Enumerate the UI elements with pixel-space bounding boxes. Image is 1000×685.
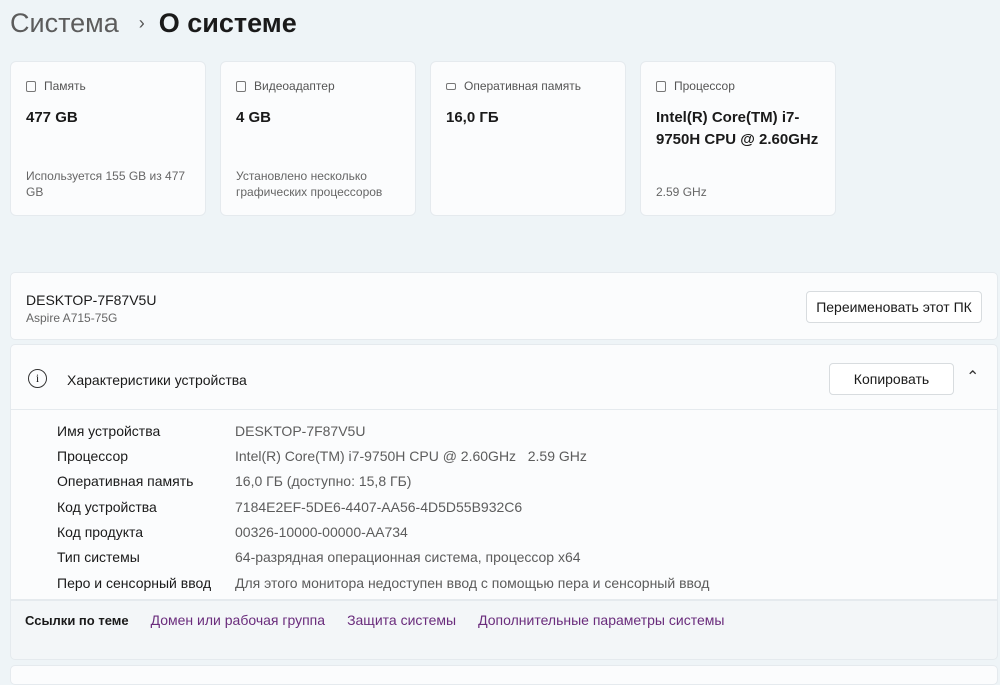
gpu-card: Видеоадаптер 4 GB Установлено несколько … xyxy=(220,61,416,216)
rename-pc-button[interactable]: Переименовать этот ПК xyxy=(806,291,982,323)
breadcrumb: Система › О системе xyxy=(10,8,297,39)
link-advanced-system-settings[interactable]: Дополнительные параметры системы xyxy=(478,612,724,628)
card-title: Оперативная память xyxy=(464,79,581,93)
link-domain-workgroup[interactable]: Домен или рабочая группа xyxy=(151,612,325,628)
spec-row: Перо и сенсорный ввод Для этого монитора … xyxy=(57,575,709,591)
spec-key: Код устройства xyxy=(57,499,157,515)
chevron-up-icon[interactable]: ⌃ xyxy=(966,367,979,387)
spec-value: Intel(R) Core(TM) i7-9750H CPU @ 2.60GHz… xyxy=(235,448,587,464)
copy-button[interactable]: Копировать xyxy=(829,363,954,395)
related-links-label: Ссылки по теме xyxy=(25,613,129,628)
card-value: 477 GB xyxy=(26,109,78,126)
device-name: DESKTOP-7F87V5U xyxy=(26,292,157,308)
spec-value: 7184E2EF-5DE6-4407-AA56-4D5D55B932C6 xyxy=(235,499,523,515)
spec-key: Имя устройства xyxy=(57,423,161,439)
spec-value: Для этого монитора недоступен ввод с пом… xyxy=(235,575,710,591)
info-icon: i xyxy=(28,369,47,388)
card-value: 4 GB xyxy=(236,109,272,126)
device-model: Aspire A715-75G xyxy=(26,311,118,325)
card-title: Видеоадаптер xyxy=(254,79,335,93)
ram-icon xyxy=(446,82,456,90)
spec-value: DESKTOP-7F87V5U xyxy=(235,423,366,439)
spec-row: Код устройства 7184E2EF-5DE6-4407-AA56-4D… xyxy=(57,499,522,515)
chevron-right-icon: › xyxy=(138,13,145,33)
spec-value: 64-разрядная операционная система, проце… xyxy=(235,549,581,565)
specs-title: Характеристики устройства xyxy=(67,372,247,388)
spec-row: Оперативная память 16,0 ГБ (доступно: 15,… xyxy=(57,473,411,489)
spec-key: Процессор xyxy=(57,448,129,464)
next-panel xyxy=(10,665,998,685)
device-name-panel: DESKTOP-7F87V5U Aspire A715-75G Переимен… xyxy=(10,272,998,340)
card-subtext: 2.59 GHz xyxy=(656,185,707,199)
spec-row: Тип системы 64-разрядная операционная сис… xyxy=(57,549,581,565)
card-value: Intel(R) Core(TM) i7-9750H CPU @ 2.60GHz xyxy=(656,109,819,148)
spec-value: 00326-10000-00000-AA734 xyxy=(235,524,408,540)
specs-header[interactable]: i Характеристики устройства Копировать ⌃ xyxy=(10,344,998,410)
link-system-protection[interactable]: Защита системы xyxy=(347,612,456,628)
card-subtext: Используется 155 GB из 477 GB xyxy=(26,169,186,199)
page-title: О системе xyxy=(158,8,297,38)
storage-icon xyxy=(26,80,36,92)
breadcrumb-parent[interactable]: Система xyxy=(10,8,119,39)
cpu-icon xyxy=(656,80,666,92)
cpu-card: Процессор Intel(R) Core(TM) i7-9750H CPU… xyxy=(640,61,836,216)
spec-row: Процессор Intel(R) Core(TM) i7-9750H CPU … xyxy=(57,448,587,464)
card-value: 16,0 ГБ xyxy=(446,109,499,126)
spec-value: 16,0 ГБ (доступно: 15,8 ГБ) xyxy=(235,473,412,489)
related-links: Ссылки по теме Домен или рабочая группа … xyxy=(25,612,724,628)
card-title: Процессор xyxy=(674,79,735,93)
spec-key: Перо и сенсорный ввод xyxy=(57,575,212,591)
ram-card: Оперативная память 16,0 ГБ xyxy=(430,61,626,216)
spec-key: Код продукта xyxy=(57,524,144,540)
card-subtext: Установлено несколько графических процес… xyxy=(236,169,383,199)
storage-card: Память 477 GB Используется 155 GB из 477… xyxy=(10,61,206,216)
spec-row: Имя устройства DESKTOP-7F87V5U xyxy=(57,423,365,439)
spec-key: Тип системы xyxy=(57,549,140,565)
spec-key: Оперативная память xyxy=(57,473,194,489)
related-links-panel xyxy=(10,600,998,660)
gpu-icon xyxy=(236,80,246,92)
card-title: Память xyxy=(44,79,86,93)
spec-row: Код продукта 00326-10000-00000-AA734 xyxy=(57,524,408,540)
